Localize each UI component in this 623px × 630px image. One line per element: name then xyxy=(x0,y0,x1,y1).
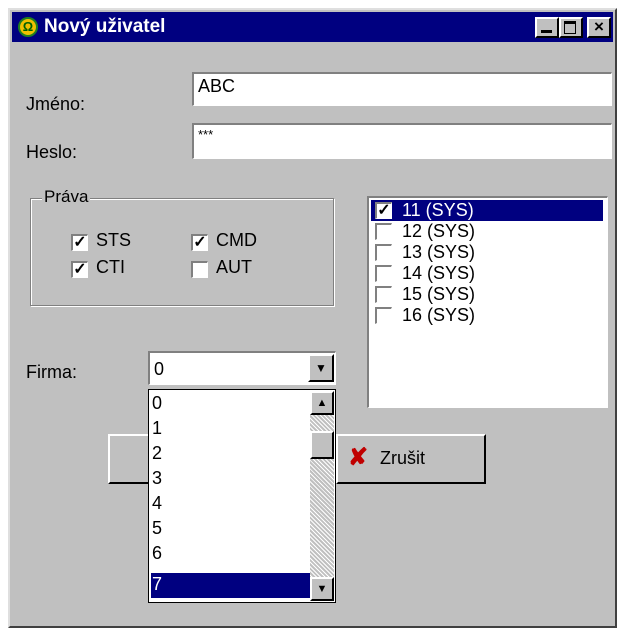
list-item-label: 16 (SYS) xyxy=(402,305,476,325)
aut-checkbox[interactable] xyxy=(191,261,208,278)
list-item-checkbox[interactable] xyxy=(375,286,392,303)
list-item-label: 14 (SYS) xyxy=(402,263,476,283)
list-item-checkbox[interactable] xyxy=(375,307,392,324)
list-item[interactable]: 13 (SYS) xyxy=(371,242,603,263)
chevron-down-icon[interactable]: ▼ xyxy=(308,354,334,382)
list-item[interactable]: 14 (SYS) xyxy=(371,263,603,284)
cti-label: CTI xyxy=(96,257,125,277)
cmd-label: CMD xyxy=(216,230,257,250)
cancel-button[interactable]: ✘ Zrušit xyxy=(336,434,486,484)
new-user-dialog: Ω Nový uživatel × Jméno: ABC Heslo: *** … xyxy=(8,8,617,628)
name-label: Jméno: xyxy=(26,94,86,114)
list-item[interactable]: 15 (SYS) xyxy=(371,284,603,305)
dropdown-option[interactable]: 2 xyxy=(151,442,312,467)
scrollbar-thumb[interactable] xyxy=(310,431,334,459)
dropdown-scrollbar[interactable]: ▲ ▼ xyxy=(310,391,334,601)
list-item-checkbox[interactable]: ✓ xyxy=(375,202,392,219)
company-select[interactable]: 0 ▼ xyxy=(148,351,336,385)
dropdown-option[interactable]: 3 xyxy=(151,467,312,492)
dropdown-option[interactable]: 1 xyxy=(151,417,312,442)
minimize-button[interactable] xyxy=(535,17,559,38)
list-item-checkbox[interactable] xyxy=(375,265,392,282)
dropdown-option-highlighted[interactable]: 7 xyxy=(151,573,312,598)
omega-logo-icon: Ω xyxy=(18,17,38,37)
name-field[interactable]: ABC xyxy=(192,72,612,106)
list-item-label: 15 (SYS) xyxy=(402,284,476,304)
dropdown-option[interactable]: 5 xyxy=(151,517,312,542)
dropdown-option[interactable]: 6 xyxy=(151,542,312,567)
scroll-down-icon[interactable]: ▼ xyxy=(310,577,334,601)
scroll-up-icon[interactable]: ▲ xyxy=(310,391,334,415)
sts-checkbox[interactable]: ✓ xyxy=(71,234,88,251)
close-button[interactable]: × xyxy=(587,17,611,38)
maximize-button[interactable] xyxy=(559,17,583,38)
list-item-checkbox[interactable] xyxy=(375,223,392,240)
title-bar[interactable]: Ω Nový uživatel × xyxy=(12,12,613,42)
window-title: Nový uživatel xyxy=(44,16,166,37)
sts-label: STS xyxy=(96,230,132,250)
dropdown-option[interactable]: 4 xyxy=(151,492,312,517)
list-item-checkbox[interactable] xyxy=(375,244,392,261)
list-item[interactable]: 12 (SYS) xyxy=(371,221,603,242)
company-select-value: 0 xyxy=(154,359,165,379)
password-label: Heslo: xyxy=(26,142,78,162)
company-label: Firma: xyxy=(26,362,77,382)
password-field[interactable]: *** xyxy=(192,123,612,159)
rights-groupbox xyxy=(30,198,334,306)
list-item[interactable]: 16 (SYS) xyxy=(371,305,603,326)
user-checklist[interactable]: ✓ 11 (SYS) 12 (SYS) 13 (SYS) 14 (SYS) 15… xyxy=(367,196,608,408)
rights-group-title: Práva xyxy=(42,187,91,207)
red-x-icon: ✘ xyxy=(348,444,369,471)
cti-checkbox[interactable]: ✓ xyxy=(71,261,88,278)
dropdown-option[interactable]: 0 xyxy=(151,392,312,417)
list-item-label: 11 (SYS) xyxy=(402,200,474,220)
list-item-label: 12 (SYS) xyxy=(402,221,476,241)
list-item[interactable]: ✓ 11 (SYS) xyxy=(371,200,603,221)
aut-label: AUT xyxy=(216,257,252,277)
cmd-checkbox[interactable]: ✓ xyxy=(191,234,208,251)
list-item-label: 13 (SYS) xyxy=(402,242,476,262)
cancel-button-label: Zrušit xyxy=(380,448,425,468)
company-dropdown-list[interactable]: 0 1 2 3 4 5 6 7 ▲ ▼ xyxy=(148,389,336,603)
